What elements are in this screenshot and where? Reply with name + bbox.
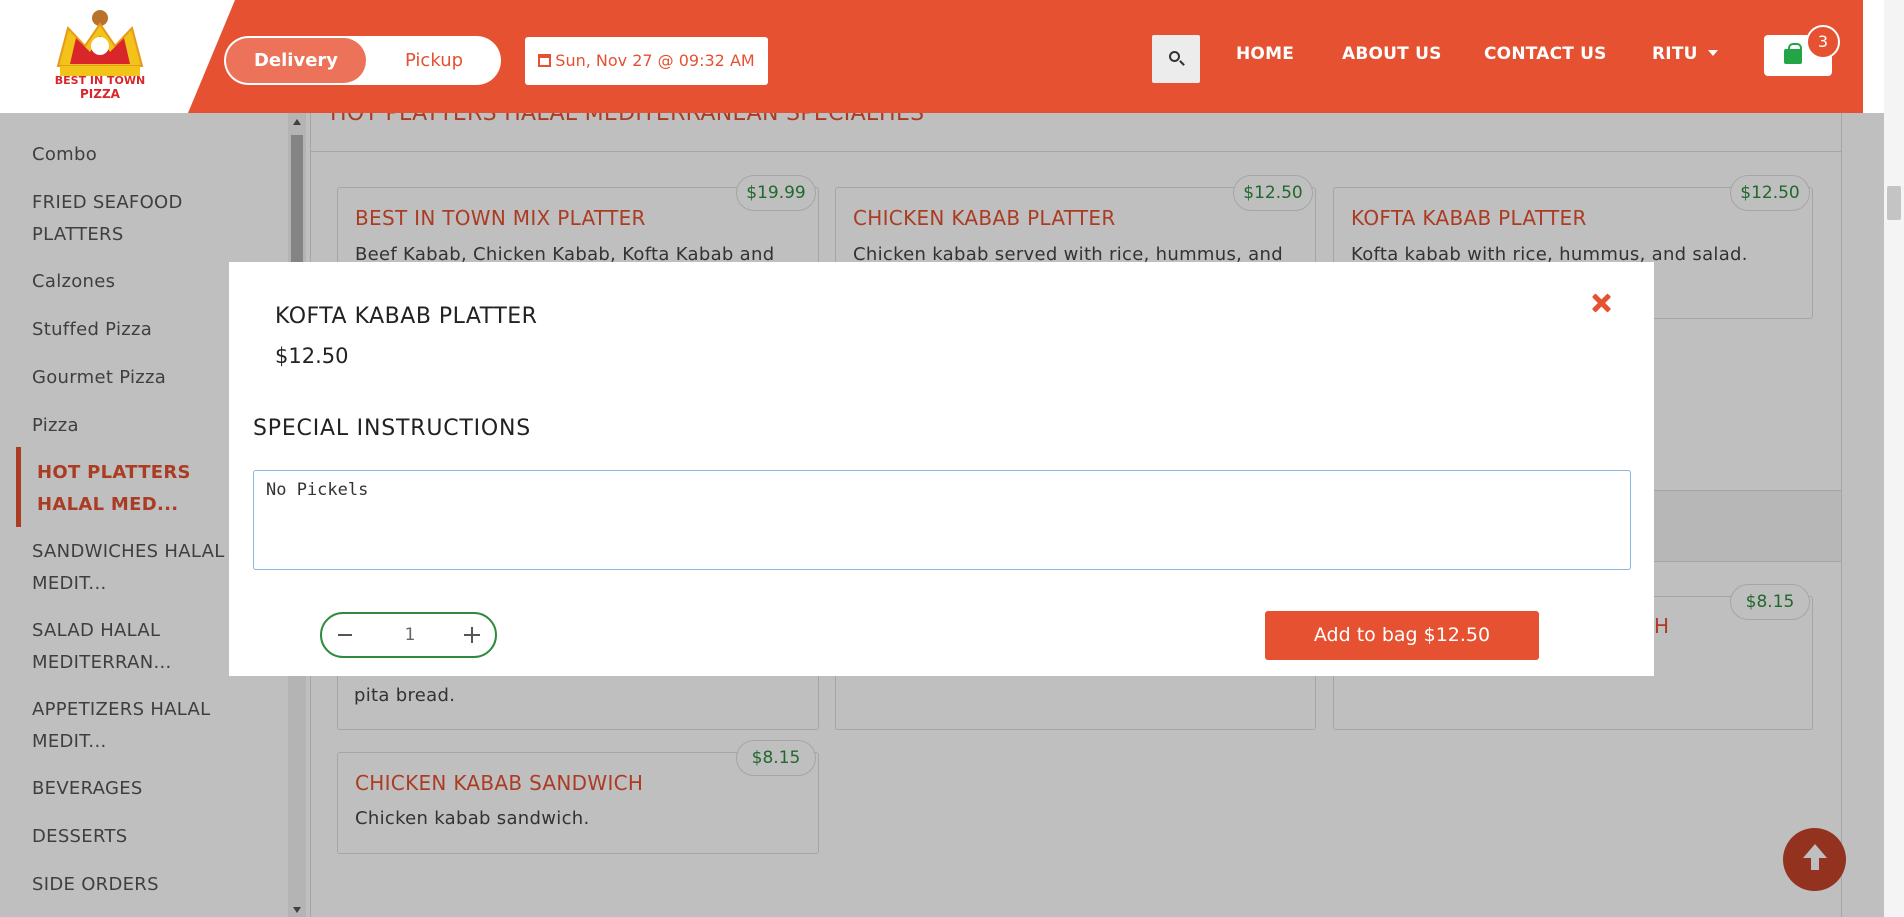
special-instructions-label: SPECIAL INSTRUCTIONS (253, 416, 532, 441)
nav-about-us[interactable]: ABOUT US (1342, 44, 1442, 64)
order-mode-toggle: Delivery Pickup (224, 36, 501, 85)
calendar-icon (538, 54, 552, 67)
quantity-stepper: 1 (320, 612, 497, 658)
item-options-modal: KOFTA KABAB PLATTER $12.50 SPECIAL INSTR… (229, 262, 1654, 676)
order-datetime-text: Sun, Nov 27 @ 09:32 AM (555, 51, 755, 70)
quantity-value[interactable]: 1 (382, 614, 438, 656)
cart-count-badge: 3 (1806, 25, 1840, 59)
plus-icon[interactable] (464, 627, 480, 643)
add-to-bag-button[interactable]: Add to bag $12.50 (1265, 611, 1539, 660)
pickup-option[interactable]: Pickup (374, 38, 494, 83)
top-header: BEST IN TOWN PIZZA Delivery Pickup Sun, … (0, 0, 1863, 113)
chevron-down-icon (1707, 50, 1718, 56)
order-datetime-button[interactable]: Sun, Nov 27 @ 09:32 AM (525, 37, 768, 85)
special-instructions-field[interactable]: No Pickels (253, 470, 1631, 570)
search-icon (1169, 51, 1180, 62)
nav-contact-us[interactable]: CONTACT US (1484, 44, 1607, 64)
modal-title: KOFTA KABAB PLATTER (275, 304, 538, 329)
shopping-bag-icon (1784, 43, 1802, 64)
logo-text-bottom: PIZZA (80, 87, 121, 101)
user-menu[interactable]: RITU (1652, 44, 1718, 64)
page-scrollbar[interactable] (1884, 0, 1904, 917)
nav-home[interactable]: HOME (1236, 44, 1294, 64)
close-icon[interactable] (1590, 292, 1612, 314)
page-scroll-thumb[interactable] (1887, 186, 1901, 220)
search-button[interactable] (1152, 35, 1200, 83)
logo-text-top: BEST IN TOWN (55, 74, 145, 87)
minus-icon[interactable] (338, 634, 352, 636)
delivery-option[interactable]: Delivery (226, 38, 366, 83)
logo-icon[interactable]: BEST IN TOWN PIZZA (50, 6, 150, 106)
modal-price: $12.50 (275, 344, 349, 368)
user-menu-label: RITU (1652, 44, 1698, 64)
cart-button[interactable]: 3 (1764, 25, 1840, 76)
